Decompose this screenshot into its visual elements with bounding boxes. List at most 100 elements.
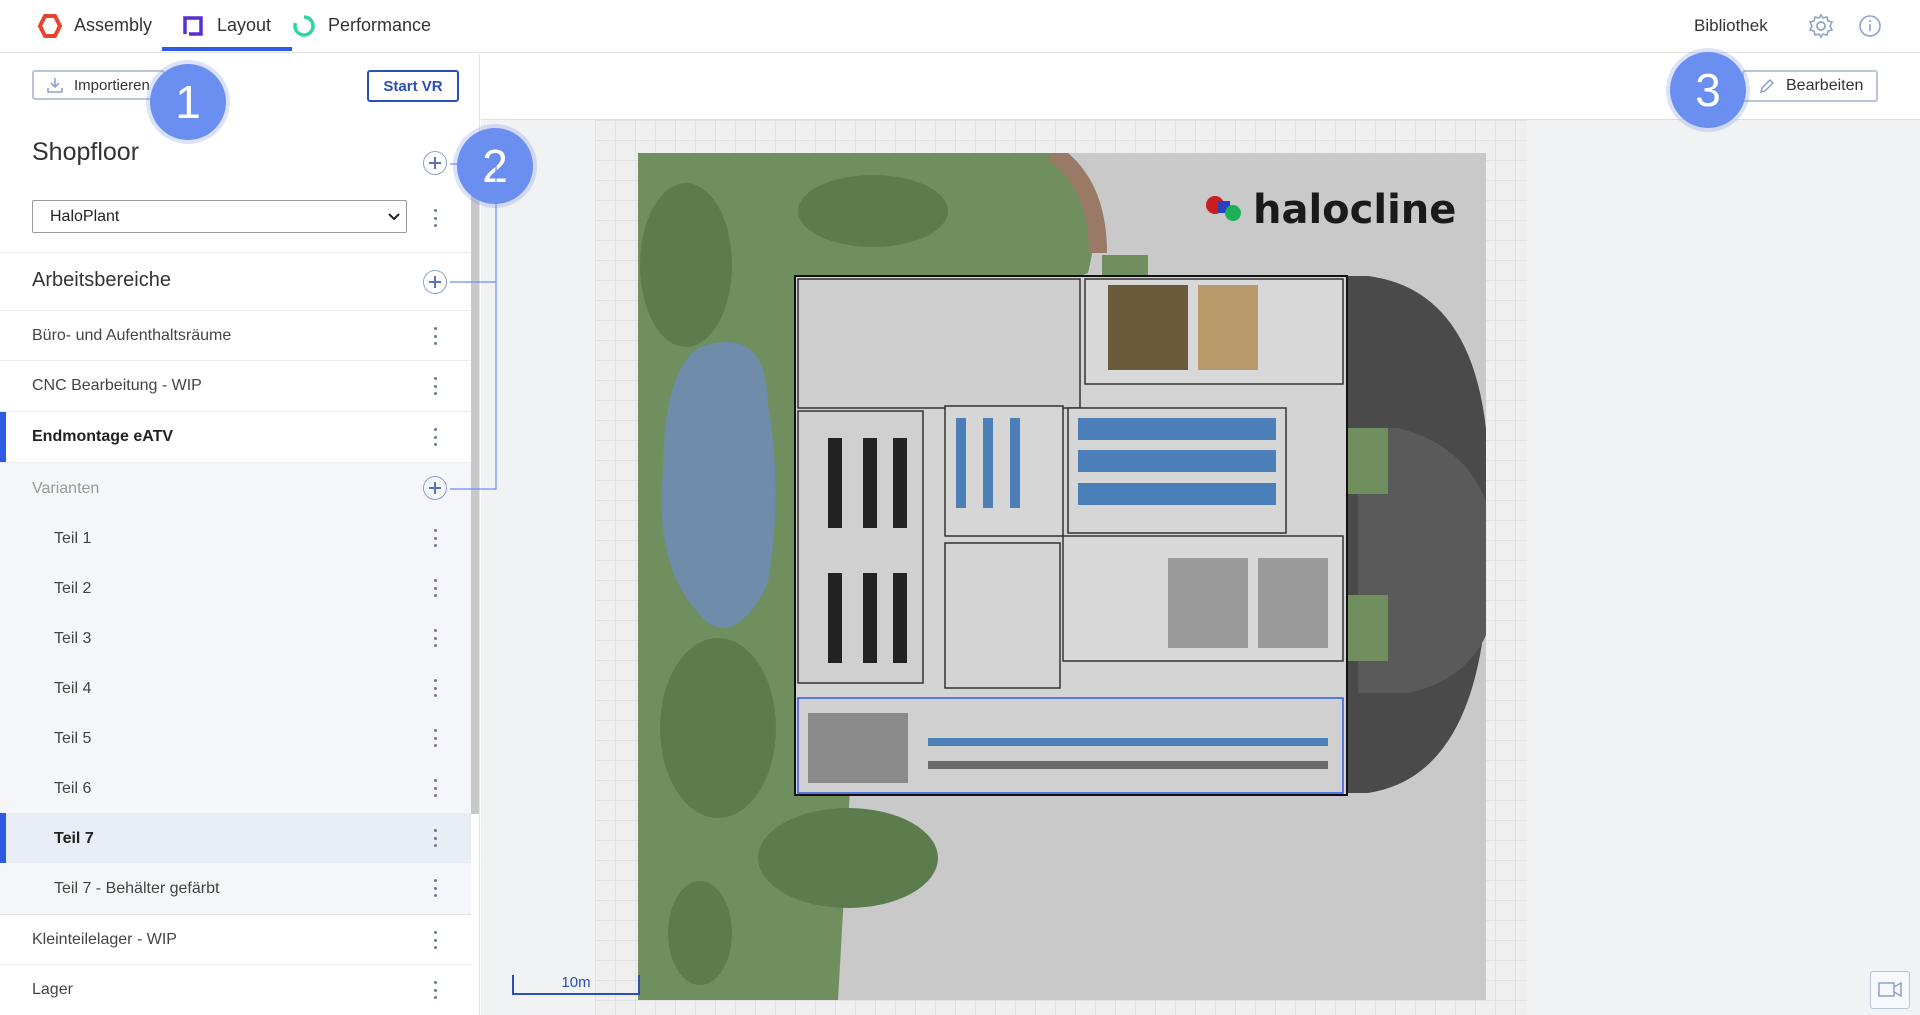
machine xyxy=(863,573,877,663)
camera-view-icon[interactable] xyxy=(1870,971,1910,1009)
variant-more-icon[interactable] xyxy=(433,879,437,897)
variant-item[interactable]: Teil 4 xyxy=(0,663,471,714)
area-more-icon[interactable] xyxy=(433,981,437,999)
callout-3: 3 xyxy=(1670,52,1746,128)
shopfloor-select[interactable]: HaloPlant xyxy=(32,200,407,233)
entrance-grass xyxy=(1102,255,1148,277)
callout-2-connector xyxy=(450,163,497,490)
variant-item-selected[interactable]: Teil 7 xyxy=(0,813,471,864)
edit-button[interactable]: Bearbeiten xyxy=(1742,70,1878,102)
tab-assembly[interactable]: Assembly xyxy=(38,0,152,51)
tree-patch xyxy=(798,175,948,247)
variant-more-icon[interactable] xyxy=(433,629,437,647)
area-item-buero[interactable]: Büro- und Aufenthaltsräume xyxy=(0,310,471,361)
area-item-label: Kleinteilelager - WIP xyxy=(32,930,177,948)
start-vr-button[interactable]: Start VR xyxy=(367,70,459,102)
variant-item[interactable]: Teil 3 xyxy=(0,613,471,664)
shelving xyxy=(1198,285,1258,370)
map-logo-text: halocline xyxy=(1253,187,1456,233)
sidebar: Importieren Start VR Shopfloor HaloPlant… xyxy=(0,54,480,1015)
area-more-icon[interactable] xyxy=(433,931,437,949)
variant-item-label: Teil 7 xyxy=(54,829,94,847)
assembly-icon xyxy=(38,13,62,38)
rack-row xyxy=(1078,483,1276,505)
variant-item-label: Teil 6 xyxy=(54,779,92,797)
add-area-icon[interactable] xyxy=(423,270,447,294)
shopfloor-more-icon[interactable] xyxy=(433,209,437,227)
tree-patch xyxy=(640,183,732,347)
variant-more-icon[interactable] xyxy=(433,729,437,747)
variants-title: Varianten xyxy=(32,479,100,497)
video-camera-icon xyxy=(1878,981,1902,998)
variant-item-label: Teil 4 xyxy=(54,679,92,697)
variant-item-label: Teil 5 xyxy=(54,729,92,747)
tab-layout-label: Layout xyxy=(217,15,272,35)
tab-assembly-label: Assembly xyxy=(74,15,153,35)
area-more-icon[interactable] xyxy=(433,377,437,395)
variant-more-icon[interactable] xyxy=(433,579,437,597)
variant-item[interactable]: Teil 7 - Behälter gefärbt xyxy=(0,863,471,914)
conveyor xyxy=(928,738,1328,746)
shopfloor-select-value: HaloPlant xyxy=(50,207,120,225)
library-link[interactable]: Bibliothek xyxy=(1694,16,1768,36)
import-label: Importieren xyxy=(74,76,150,94)
area-more-icon[interactable] xyxy=(433,327,437,345)
area-more-icon[interactable] xyxy=(433,428,437,446)
area-item-cnc[interactable]: CNC Bearbeitung - WIP xyxy=(0,361,471,412)
machine xyxy=(893,573,907,663)
edit-label: Bearbeiten xyxy=(1786,77,1864,94)
area-item-label: CNC Bearbeitung - WIP xyxy=(32,377,202,394)
variant-item-label: Teil 1 xyxy=(54,529,92,547)
add-shopfloor-icon[interactable] xyxy=(423,151,447,175)
add-variant-icon[interactable] xyxy=(423,476,447,500)
variant-more-icon[interactable] xyxy=(433,679,437,697)
area-item-endmontage[interactable]: Endmontage eATV xyxy=(0,412,471,463)
selected-indicator xyxy=(0,813,6,864)
variant-item[interactable]: Teil 2 xyxy=(0,563,471,614)
tree-patch xyxy=(660,638,776,818)
variant-item[interactable]: Teil 1 xyxy=(0,513,471,564)
settings-icon[interactable] xyxy=(1808,13,1834,39)
areas-title: Arbeitsbereiche xyxy=(32,269,171,291)
info-icon[interactable] xyxy=(1858,14,1882,38)
machine xyxy=(863,438,877,528)
area-item-lager[interactable]: Lager xyxy=(0,965,471,1015)
rack xyxy=(983,418,993,508)
tab-performance-label: Performance xyxy=(328,15,432,35)
machine xyxy=(893,438,907,528)
scale-bar: 10m xyxy=(512,975,640,995)
callout-1: 1 xyxy=(150,64,226,140)
storage-rack xyxy=(1168,558,1248,648)
selected-indicator xyxy=(0,412,6,462)
storage-rack xyxy=(1258,558,1328,648)
download-icon xyxy=(47,78,63,93)
chevron-down-icon xyxy=(388,213,400,221)
variant-more-icon[interactable] xyxy=(433,829,437,847)
import-button[interactable]: Importieren xyxy=(32,70,165,100)
zone-workstations xyxy=(944,542,1061,689)
variant-item[interactable]: Teil 6 xyxy=(0,763,471,814)
rack xyxy=(1010,418,1020,508)
factory-map[interactable]: halocline xyxy=(638,153,1486,1000)
rack-row xyxy=(1078,418,1276,440)
tree-patch xyxy=(668,881,732,985)
area-item-kleinteilelager[interactable]: Kleinteilelager - WIP xyxy=(0,914,471,965)
equipment xyxy=(808,713,908,783)
top-navigation: Assembly Layout Performance Bibliothek xyxy=(0,0,1920,53)
variant-more-icon[interactable] xyxy=(433,529,437,547)
area-item-label: Büro- und Aufenthaltsräume xyxy=(32,326,232,344)
pencil-icon xyxy=(1759,78,1775,94)
zone-office xyxy=(797,278,1081,409)
variant-item[interactable]: Teil 5 xyxy=(0,713,471,764)
divider xyxy=(0,252,471,253)
rack xyxy=(956,418,966,508)
tab-layout[interactable]: Layout xyxy=(162,0,292,51)
variant-more-icon[interactable] xyxy=(433,779,437,797)
shopfloor-title: Shopfloor xyxy=(32,138,140,166)
tab-performance[interactable]: Performance xyxy=(292,0,431,51)
variant-item-label: Teil 2 xyxy=(54,579,92,597)
shelving xyxy=(1108,285,1188,370)
conveyor xyxy=(928,761,1328,769)
rack-row xyxy=(1078,450,1276,472)
machine xyxy=(828,573,842,663)
